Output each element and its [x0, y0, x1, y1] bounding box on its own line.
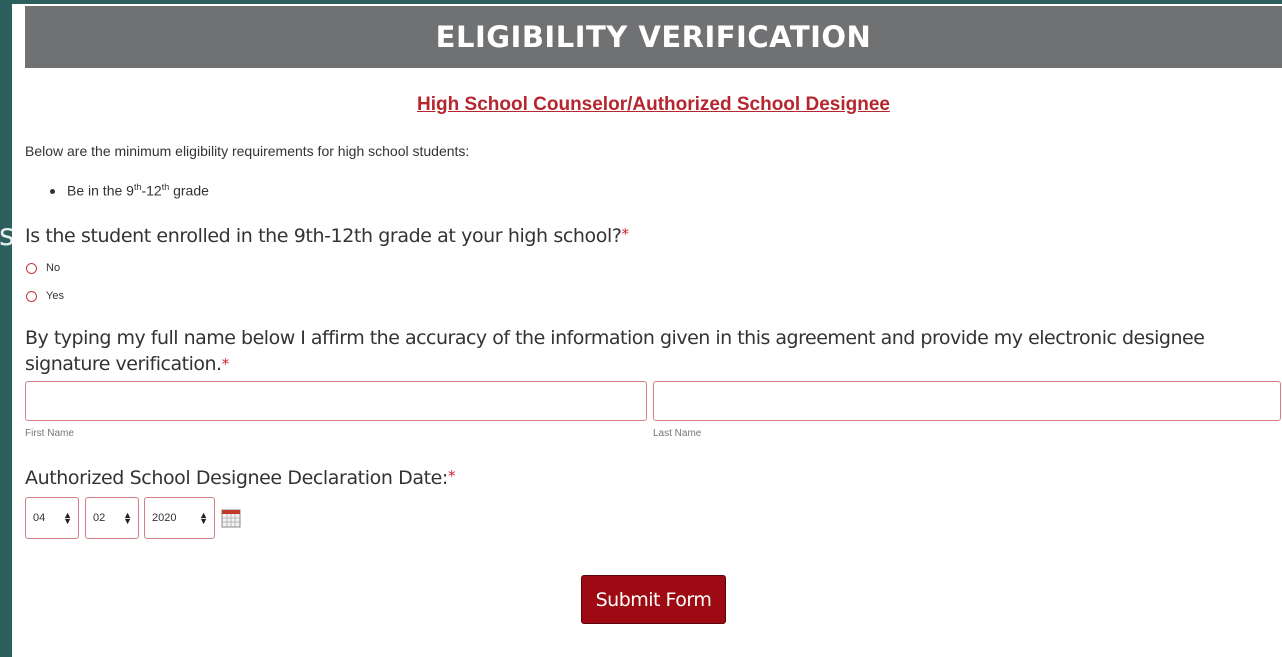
first-name-field[interactable] — [25, 381, 647, 421]
radio-label: No — [46, 262, 61, 274]
select-arrows-icon: ▲ ▼ — [63, 510, 72, 526]
requirement-item: Be in the 9th-12th grade — [50, 182, 209, 199]
declaration-date-label: Authorized School Designee Declaration D… — [25, 467, 456, 489]
submit-button[interactable]: Submit Form — [581, 575, 726, 624]
required-marker: * — [447, 467, 456, 485]
select-arrows-icon: ▲ ▼ — [199, 510, 208, 526]
bullet-icon — [50, 189, 55, 194]
affirmation-statement: By typing my full name below I affirm th… — [25, 327, 1205, 375]
radio-option-no[interactable]: No — [26, 262, 60, 274]
month-select[interactable]: 04 ▲ ▼ — [25, 497, 79, 539]
form-panel: ELIGIBILITY VERIFICATION High School Cou… — [12, 0, 1282, 657]
radio-button[interactable] — [26, 290, 37, 302]
last-name-field[interactable] — [653, 381, 1281, 421]
enrollment-question: Is the student enrolled in the 9th-12th … — [25, 225, 629, 247]
radio-label: Yes — [46, 290, 64, 302]
radio-button[interactable] — [26, 262, 37, 274]
requirement-text: Be in the 9th-12th grade — [67, 182, 209, 199]
day-select[interactable]: 02 ▲ ▼ — [85, 497, 139, 539]
year-value: 2020 — [152, 512, 177, 524]
select-arrows-icon: ▲ ▼ — [123, 510, 132, 526]
page-title: ELIGIBILITY VERIFICATION — [25, 6, 1282, 68]
radio-option-yes[interactable]: Yes — [26, 290, 64, 302]
section-subtitle: High School Counselor/Authorized School … — [417, 94, 890, 115]
day-value: 02 — [93, 512, 106, 524]
last-name-label: Last Name — [653, 428, 702, 439]
top-border — [12, 0, 1282, 4]
required-marker: * — [621, 225, 630, 243]
first-name-label: First Name — [25, 428, 74, 439]
month-value: 04 — [33, 512, 46, 524]
required-marker: * — [221, 355, 230, 373]
year-select[interactable]: 2020 ▲ ▼ — [144, 497, 215, 539]
calendar-icon[interactable] — [221, 508, 241, 528]
requirements-intro: Below are the minimum eligibility requir… — [25, 143, 470, 159]
